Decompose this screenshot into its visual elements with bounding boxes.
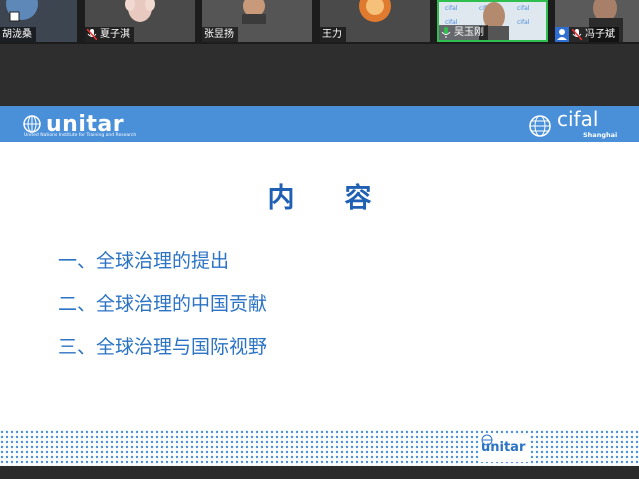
mic-speaking-icon (441, 27, 451, 38)
agenda-item: 三、全球治理与国际视野 (58, 336, 268, 358)
mic-muted-icon (572, 29, 582, 40)
participant-tile[interactable]: 王力 (320, 0, 430, 42)
agenda-item: 一、全球治理的提出 (58, 250, 230, 272)
svg-text:cifal: cifal (517, 19, 530, 26)
participant-tile[interactable]: 胡泷桑 (0, 0, 77, 42)
un-emblem-icon (23, 115, 41, 133)
unitar-subtitle: United Nations Institute for Training an… (24, 133, 137, 138)
globe-icon (529, 115, 551, 137)
participant-name: 冯子斌 (585, 29, 615, 40)
svg-text:cifal: cifal (517, 5, 530, 12)
slide-header: unitar United Nations Institute for Trai… (0, 106, 639, 142)
participant-tile[interactable]: 夏子淇 (85, 0, 195, 42)
mic-muted-icon (87, 29, 97, 40)
footer-unitar-wordmark: unitar (481, 440, 526, 455)
participant-label: 吴玉刚 (439, 25, 488, 40)
bottom-bar (0, 466, 639, 479)
shared-slide: unitar United Nations Institute for Trai… (0, 106, 639, 466)
dot-pattern (0, 430, 639, 466)
participant-label: 张昱扬 (202, 27, 238, 42)
participant-tile-active-speaker[interactable]: cifal cifal cifal cifal cifal 吴玉刚 (437, 0, 548, 42)
person-icon (555, 27, 569, 42)
participant-label: 冯子斌 (555, 27, 619, 42)
meeting-background (0, 44, 639, 106)
participant-name: 王力 (322, 29, 342, 40)
participant-label: 胡泷桑 (0, 27, 36, 42)
cifal-subtitle: Shanghai (583, 131, 618, 139)
cifal-wordmark: cifal (557, 107, 599, 131)
svg-text:cifal: cifal (445, 5, 458, 12)
agenda-item: 二、全球治理的中国贡献 (58, 293, 268, 315)
participant-tile[interactable]: 张昱扬 (202, 0, 312, 42)
participant-tile[interactable]: 冯子斌 (555, 0, 639, 42)
participant-name: 胡泷桑 (2, 29, 32, 40)
footer-unitar-logo: unitar (481, 434, 529, 462)
cifal-logo: cifal Shanghai (527, 107, 618, 139)
participant-name: 张昱扬 (204, 29, 234, 40)
participant-name: 吴玉刚 (454, 27, 484, 38)
participant-strip: 胡泷桑 夏子淇 张昱扬 王力 cifal cifal cifal cifal 吴… (0, 0, 639, 44)
slide-title: 内容 (267, 183, 422, 214)
participant-label: 王力 (320, 27, 346, 42)
participant-label: 夏子淇 (85, 27, 134, 42)
slide-footer-pattern: unitar (0, 430, 639, 466)
participant-name: 夏子淇 (100, 29, 130, 40)
